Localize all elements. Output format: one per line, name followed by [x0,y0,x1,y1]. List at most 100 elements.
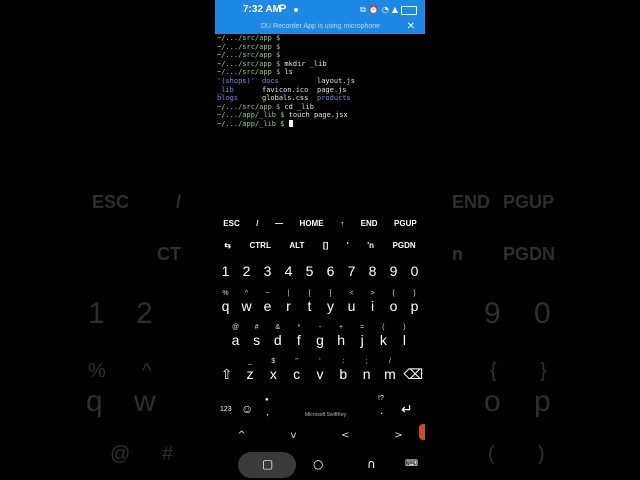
emoji-icon[interactable]: ☺ [241,402,253,416]
terminal-output[interactable]: ~/.../src/app $ ~/.../src/app $ ~/.../sr… [217,34,423,129]
left-arrow-icon[interactable]: < [341,430,349,441]
newline-key[interactable]: 'n [367,241,374,250]
notification-dot-icon [294,8,298,12]
down-arrow-icon[interactable]: v [290,430,296,441]
key-9[interactable]: 9 [383,263,404,279]
bg-pgup: PGUP [503,192,555,212]
key-d[interactable]: & d [267,323,288,348]
zxcv-row: ⇧ _ z $ x " c ' v :b ; n / m ⌫ [215,357,425,382]
esc-key[interactable]: ESC [223,219,239,228]
up-arrow-icon[interactable]: ^ [237,430,245,441]
key-o[interactable]: {o [383,289,404,314]
bg-caret: ^ [142,360,152,382]
terminal-input-line[interactable]: ~/.../app/_lib $ [217,119,423,129]
key-0[interactable]: 0 [404,263,425,279]
key-2[interactable]: 2 [236,263,257,279]
phone-screen: 7:32 AM P ⧉ ⏰ ◔ ▲ DU Recorder App is usi… [215,0,425,480]
key-p[interactable]: } p [404,289,425,314]
key-u[interactable]: < u [341,289,362,314]
key-h[interactable]: + h [331,323,352,348]
terminal-line: ~/.../src/app $ [217,51,281,60]
key-l[interactable]: ) l [394,323,415,348]
extra-keys-row-1: ESC / — HOME ↑ END PGUP [215,219,425,228]
ctrl-key[interactable]: CTRL [250,241,271,250]
pgup-key[interactable]: PGUP [394,219,417,228]
punct-hint: !? [378,395,384,402]
key-f[interactable]: * f [288,323,309,348]
num-toggle-key[interactable]: 123 [220,406,232,413]
comma-key[interactable]: , [266,407,269,418]
bg-num-0: 0 [534,297,551,330]
mic-icon[interactable]: ● [265,397,269,403]
backspace-key[interactable]: ⌫ [403,357,424,382]
bg-at: @ [110,443,131,465]
bg-hash: # [162,443,174,465]
key-g[interactable]: -g [309,323,330,348]
key-b[interactable]: :b [333,357,354,382]
battery-icon [401,5,417,15]
status-bar: 7:32 AM P ⧉ ⏰ ◔ ▲ [215,0,425,22]
up-arrow-key[interactable]: ↑ [340,219,344,228]
end-key[interactable]: END [361,219,378,228]
bg-o: o [484,385,501,418]
qwerty-row: % q ^ w ~ e | r [t ] y < u > i {o } p [215,289,425,314]
key-z[interactable]: _ z [239,357,260,382]
ls-output-row: _lib favicon.ico page.js [217,85,347,94]
key-x[interactable]: $ x [263,357,284,382]
pgdn-key[interactable]: PGDN [393,241,416,250]
space-key[interactable]: Microsoft SwiftKey [305,412,346,418]
key-s[interactable]: # s [246,323,267,348]
asdf-row: @ a # s & d * f -g + h = j (k ) l [215,323,425,348]
back-icon[interactable]: ∩ [367,457,376,471]
dash-key[interactable]: — [275,219,283,228]
key-j[interactable]: = j [352,323,373,348]
key-3[interactable]: 3 [257,263,278,279]
key-c[interactable]: " c [286,357,307,382]
ls-output-row: '(shops)' docs layout.js [217,76,355,85]
brackets-key[interactable]: [] [323,241,328,250]
keyboard-bottom-row: 123 ☺ ● , Microsoft SwiftKey !? . ↵ [215,395,425,427]
tab-key[interactable]: ⇆ [224,241,231,250]
key-1[interactable]: 1 [215,263,236,279]
key-6[interactable]: 6 [320,263,341,279]
key-k[interactable]: (k [373,323,394,348]
right-arrow-icon[interactable]: > [394,430,402,441]
navigation-bar: ▢ ○ ∩ ⌨ [215,450,425,480]
period-key[interactable]: . [380,403,383,417]
key-q[interactable]: % q [215,289,236,314]
bg-q: q [86,385,103,418]
key-i[interactable]: > i [362,289,383,314]
status-time: 7:32 AM [243,4,281,15]
key-r[interactable]: | r [278,289,299,314]
key-8[interactable]: 8 [362,263,383,279]
key-7[interactable]: 7 [341,263,362,279]
slash-key[interactable]: / [256,219,258,228]
recording-notification[interactable]: DU Recorder App is using microphone ✕ [215,21,425,34]
recents-icon[interactable]: ▢ [262,457,273,471]
bg-end: END [452,192,491,212]
key-y[interactable]: ] y [320,289,341,314]
key-t[interactable]: [t [299,289,320,314]
key-n[interactable]: ; n [356,357,377,382]
key-5[interactable]: 5 [299,263,320,279]
home-icon[interactable]: ○ [313,457,323,471]
close-icon[interactable]: ✕ [407,21,415,32]
enter-icon[interactable]: ↵ [401,401,413,418]
terminal-line: ~/.../app/_lib $ touch page.jsx [217,111,348,120]
number-row: 1 2 3 4 5 6 7 8 9 0 [215,263,425,279]
bg-paren-open: ( [488,443,495,465]
key-4[interactable]: 4 [278,263,299,279]
backspace-icon: ⌫ [403,366,424,382]
key-a[interactable]: @ a [225,323,246,348]
key-w[interactable]: ^ w [236,289,257,314]
key-e[interactable]: ~ e [257,289,278,314]
terminal-line: ~/.../src/app $ mkdir _lib [217,59,327,68]
keyboard-icon[interactable]: ⌨ [405,459,418,469]
alt-key[interactable]: ALT [289,241,304,250]
shift-key[interactable]: ⇧ [216,357,237,382]
quote-key[interactable]: ' [347,241,349,250]
key-v[interactable]: ' v [309,357,330,382]
key-m[interactable]: / m [379,357,400,382]
wifi-icon: ◔ [381,5,389,14]
home-key[interactable]: HOME [300,219,324,228]
